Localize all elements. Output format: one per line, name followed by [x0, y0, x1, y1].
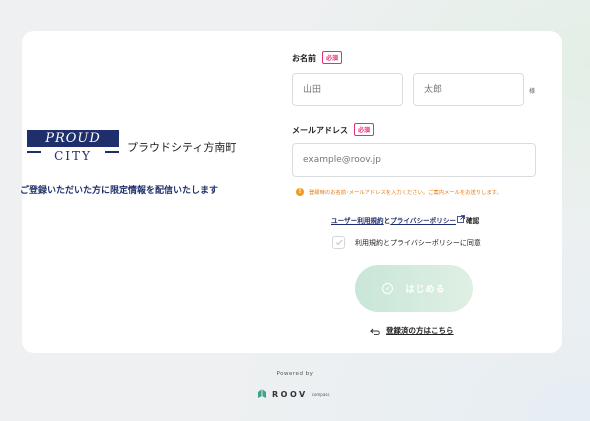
name-label: お名前 [292, 54, 316, 63]
proud-city-logo: PROUD CITY プラウドシティ方南町 [27, 123, 239, 171]
login-link-label: 登録済の方はこちら [386, 326, 454, 335]
logo-mark-top: PROUD [27, 130, 119, 147]
required-badge: 必須 [354, 123, 375, 136]
notice-text: 登録時のお名前･メールアドレスを入力ください。ご案内メールをお送りします。 [309, 190, 502, 196]
logo-property-name: プラウドシティ方南町 [127, 141, 237, 154]
name-label-row: お名前 必須 [292, 51, 343, 64]
warning-icon: ! [296, 188, 304, 196]
compass-icon [382, 283, 394, 294]
email-input[interactable] [292, 143, 536, 177]
last-name-input[interactable] [292, 73, 403, 106]
roov-brand-sub: compass [311, 392, 330, 397]
roov-mark-icon [256, 385, 268, 404]
tagline: ご登録いただいた方に限定情報を配信いたします [20, 186, 219, 196]
logo-mark-bottom: CITY [54, 149, 92, 163]
agree-label: 利用規約とプライバシーポリシーに同意 [355, 238, 481, 247]
start-button-label: はじめる [405, 285, 446, 295]
terms-confirm: 確認 [466, 217, 480, 225]
required-badge: 必須 [322, 51, 343, 64]
external-link-icon [457, 215, 465, 225]
login-arrow-icon [369, 321, 380, 340]
roov-brand: ROOV [272, 390, 308, 399]
start-button[interactable]: はじめる [355, 265, 473, 312]
terms-and: と [383, 217, 391, 225]
first-name-input[interactable] [413, 73, 524, 106]
honorific-label: 様 [529, 88, 536, 95]
agree-checkbox[interactable] [332, 236, 345, 249]
email-label: メールアドレス [292, 126, 348, 135]
email-label-row: メールアドレス 必須 [292, 123, 375, 136]
terms-links-row: ユーザー利用規約 と プライバシーポリシー 確認 [331, 215, 479, 225]
terms-link[interactable]: ユーザー利用規約 [331, 215, 384, 225]
roov-logo: ROOV compass [256, 385, 329, 404]
email-notice: ! 登録時のお名前･メールアドレスを入力ください。ご案内メールをお送りします。 [296, 188, 502, 196]
agree-row[interactable]: 利用規約とプライバシーポリシーに同意 [332, 236, 481, 249]
check-icon [335, 239, 342, 246]
logo-mark: PROUD CITY [27, 126, 119, 168]
powered-by: Powered by [276, 371, 314, 377]
privacy-policy-link[interactable]: プライバシーポリシー [390, 215, 456, 225]
login-link[interactable]: 登録済の方はこちら [369, 321, 454, 340]
